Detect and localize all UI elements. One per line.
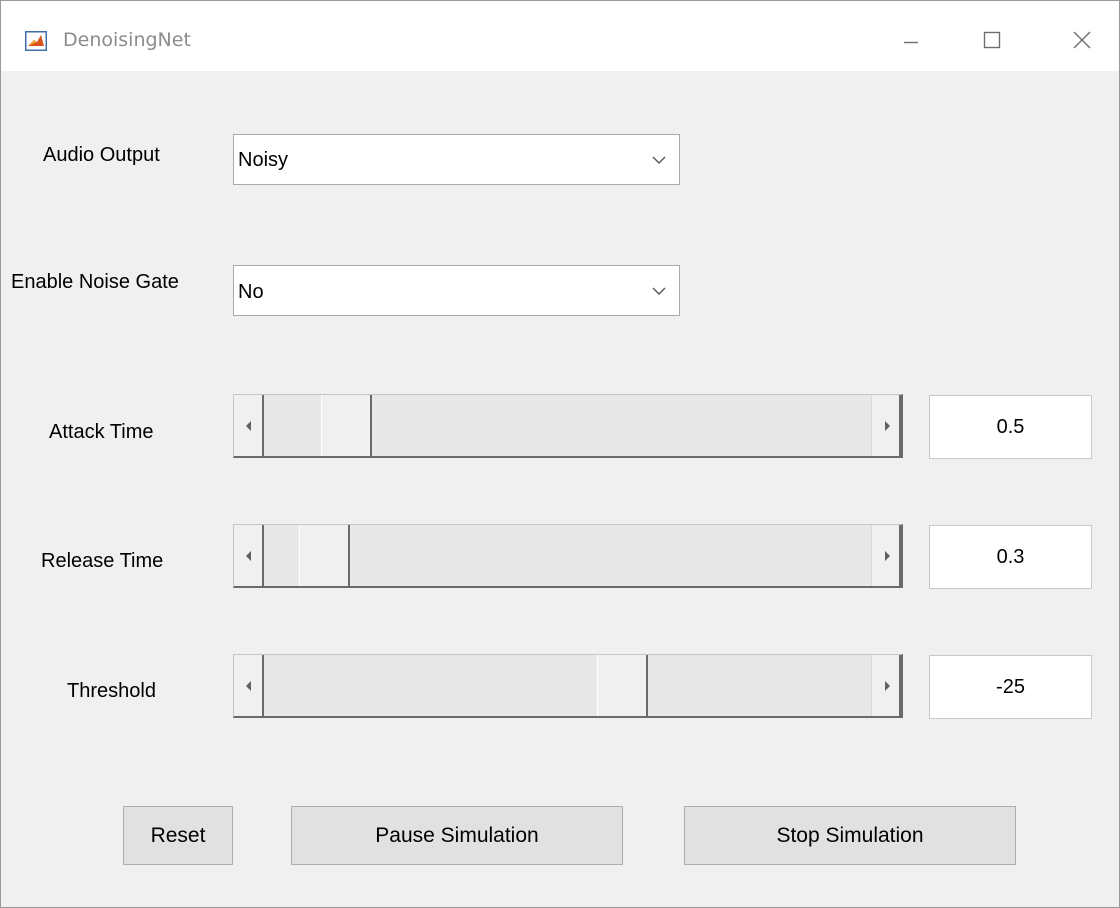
caret-left-icon: [246, 421, 251, 431]
slider-left-arrow-button[interactable]: [234, 395, 264, 456]
caret-left-icon: [246, 551, 251, 561]
minimize-button[interactable]: [888, 23, 934, 63]
threshold-label: Threshold: [67, 680, 156, 702]
chevron-down-icon: [651, 153, 667, 165]
attack-time-slider-thumb[interactable]: [321, 395, 373, 456]
noise-gate-selected-value: No: [238, 281, 264, 303]
maximize-button[interactable]: [969, 23, 1015, 63]
caret-right-icon: [885, 681, 890, 691]
stop-simulation-button[interactable]: Stop Simulation: [684, 806, 1016, 865]
slider-left-arrow-button[interactable]: [234, 655, 264, 716]
matlab-logo-icon: [25, 31, 47, 51]
title-bar[interactable]: DenoisingNet: [1, 1, 1119, 71]
slider-left-arrow-button[interactable]: [234, 525, 264, 586]
caret-left-icon: [246, 681, 251, 691]
audio-output-dropdown[interactable]: Noisy: [233, 134, 680, 185]
close-button[interactable]: [1059, 23, 1105, 63]
slider-right-arrow-button[interactable]: [871, 395, 901, 456]
release-time-slider[interactable]: [233, 524, 903, 588]
threshold-value-field[interactable]: -25: [929, 655, 1092, 719]
close-icon: [1073, 31, 1091, 49]
release-time-value-field[interactable]: 0.3: [929, 525, 1092, 589]
attack-time-value-field[interactable]: 0.5: [929, 395, 1092, 459]
release-time-label: Release Time: [41, 550, 164, 572]
caret-right-icon: [885, 421, 890, 431]
threshold-slider[interactable]: [233, 654, 903, 718]
pause-simulation-button[interactable]: Pause Simulation: [291, 806, 623, 865]
maximize-icon: [983, 31, 1001, 49]
chevron-down-icon: [651, 284, 667, 296]
slider-right-arrow-button[interactable]: [871, 525, 901, 586]
attack-time-slider[interactable]: [233, 394, 903, 458]
slider-right-arrow-button[interactable]: [871, 655, 901, 716]
release-time-slider-thumb[interactable]: [299, 525, 351, 586]
noise-gate-label: Enable Noise Gate: [11, 271, 179, 293]
noise-gate-dropdown[interactable]: No: [233, 265, 680, 316]
audio-output-label: Audio Output: [43, 144, 160, 166]
reset-button[interactable]: Reset: [123, 806, 233, 865]
window-title: DenoisingNet: [63, 29, 191, 51]
minimize-icon: [904, 41, 918, 44]
caret-right-icon: [885, 551, 890, 561]
audio-output-selected-value: Noisy: [238, 149, 289, 171]
app-window: DenoisingNet Audio Output Noisy Enable N…: [0, 0, 1120, 908]
attack-time-label: Attack Time: [49, 421, 154, 443]
threshold-slider-thumb[interactable]: [597, 655, 649, 716]
